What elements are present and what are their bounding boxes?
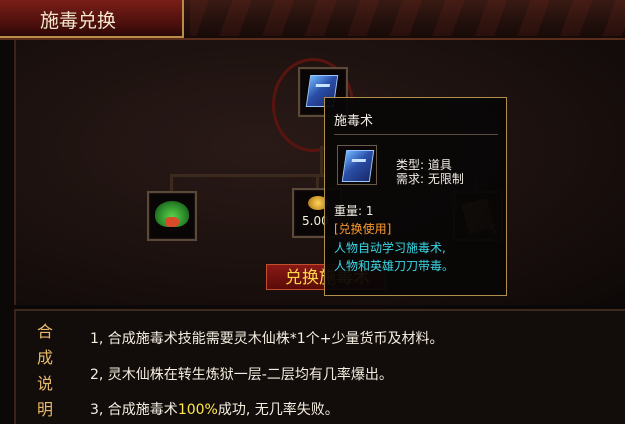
tooltip-weight: 重量: 1	[334, 204, 374, 218]
window-title: 施毒兑换	[40, 10, 117, 32]
connector-line	[170, 174, 173, 192]
info-line-3-start: 3, 合成施毒术	[90, 402, 178, 418]
info-line-1: 1, 合成施毒术技能需要灵木仙株*1个+少量货币及材料。	[90, 331, 444, 347]
tooltip-description: 人物和英雄刀刀带毒。	[334, 259, 455, 273]
info-line-3-end: 成功, 无几率失败。	[217, 402, 339, 418]
connector-line	[320, 146, 323, 176]
info-line-2: 2, 灵木仙株在转生炼狱一层-二层均有几率爆出。	[90, 367, 393, 383]
material-slot-herb[interactable]	[147, 191, 197, 241]
section-label-char: 合	[36, 322, 53, 341]
section-label-char: 说	[36, 374, 53, 393]
herb-icon	[155, 201, 189, 227]
tooltip-title: 施毒术	[334, 114, 374, 129]
tooltip-requirement: 需求: 无限制	[396, 172, 464, 186]
section-label-char: 明	[36, 400, 53, 419]
title-tab: 施毒兑换	[0, 0, 184, 38]
item-tooltip: 施毒术 类型: 道具 需求: 无限制 重量: 1 [兑换使用] 人物自动学习施毒…	[324, 97, 507, 296]
title-bar: 施毒兑换	[0, 0, 625, 40]
tooltip-item-icon	[337, 145, 377, 185]
section-label-char: 成	[36, 348, 53, 367]
spellbook-icon	[341, 150, 375, 182]
tooltip-divider	[334, 134, 498, 135]
info-line-3: 3, 合成施毒术100%成功, 无几率失败。	[90, 399, 339, 419]
info-line-3-highlight: 100%	[177, 402, 218, 418]
title-ornament	[190, 0, 625, 36]
connector-line	[316, 174, 319, 189]
tooltip-usage: [兑换使用]	[334, 222, 392, 236]
tooltip-description: 人物自动学习施毒术,	[334, 241, 446, 255]
